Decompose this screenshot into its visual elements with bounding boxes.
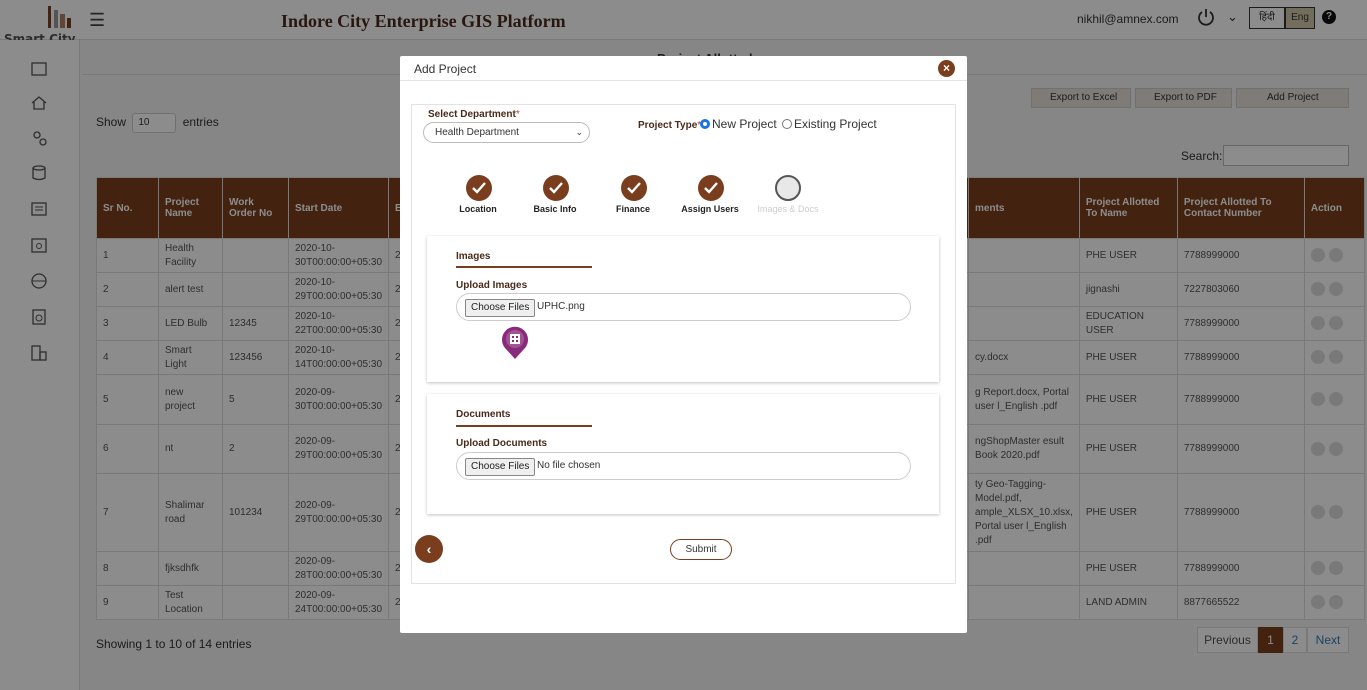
new-project-label[interactable]: New Project (712, 117, 777, 131)
step-images-docs-label: Images & Docs (757, 204, 819, 214)
step-finance-label: Finance (615, 204, 650, 214)
step-basic-info-label: Basic Info (533, 204, 577, 214)
new-project-radio[interactable] (700, 119, 710, 129)
step-location-check-icon[interactable] (466, 175, 492, 201)
step-assign-users-label: Assign Users (681, 204, 739, 214)
step-basic-info-check-icon[interactable] (543, 175, 569, 201)
choose-files-button[interactable]: Choose Files (465, 299, 536, 317)
department-label-text: Select Department (428, 109, 516, 120)
upload-documents-input[interactable]: Choose Files No file chosen (456, 452, 911, 480)
step-location-label: Location (459, 204, 497, 214)
modal-header: Add Project × (400, 56, 967, 81)
department-select[interactable]: Health Department ⌄ (423, 122, 590, 143)
documents-title: Documents (456, 409, 511, 420)
documents-rule (456, 425, 592, 427)
step-assign-users-check-icon[interactable] (698, 175, 724, 201)
chevron-down-icon: ⌄ (575, 127, 583, 137)
images-card: Images Upload Images Choose Files UPHC.p… (427, 236, 939, 382)
documents-file-name: No file chosen (537, 460, 601, 471)
upload-documents-label: Upload Documents (456, 438, 548, 449)
department-value: Health Department (435, 127, 519, 138)
existing-project-label[interactable]: Existing Project (794, 117, 877, 131)
choose-files-button[interactable]: Choose Files (465, 458, 536, 476)
project-type-label: Project Type* (638, 120, 701, 131)
back-chevron-icon[interactable]: ‹ (415, 535, 443, 563)
upload-images-label: Upload Images (456, 280, 528, 291)
required-mark: * (515, 109, 520, 120)
step-finance-check-icon[interactable] (621, 175, 647, 201)
add-project-modal: Add Project × Select Department* Health … (400, 56, 967, 633)
documents-card: Documents Upload Documents Choose Files … (427, 394, 939, 514)
project-type-label-text: Project Type (638, 120, 698, 131)
upload-images-input[interactable]: Choose Files UPHC.png (456, 293, 911, 321)
modal-title: Add Project (414, 62, 477, 76)
department-label: Select Department* (428, 109, 520, 120)
images-file-name: UPHC.png (537, 301, 585, 312)
images-title: Images (456, 251, 491, 262)
existing-project-radio[interactable] (782, 119, 792, 129)
images-rule (456, 266, 592, 268)
step-images-docs-circle-icon[interactable] (775, 175, 801, 201)
close-icon[interactable]: × (938, 60, 955, 77)
image-pin-icon[interactable] (501, 326, 529, 360)
submit-button[interactable]: Submit (670, 539, 732, 560)
